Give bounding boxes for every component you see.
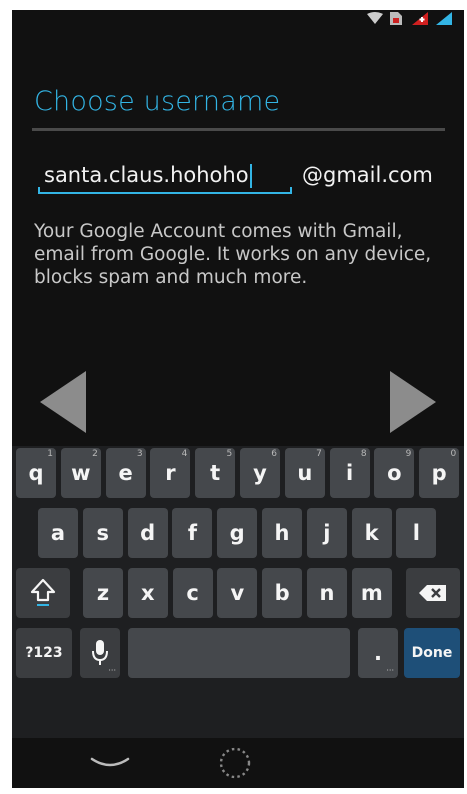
key-hint-digit: 8 — [360, 449, 367, 459]
key-m[interactable]: m — [351, 568, 392, 618]
key-hint-digit: 6 — [271, 449, 277, 459]
key-b[interactable]: b — [262, 568, 303, 618]
key-i[interactable]: i8 — [329, 448, 370, 498]
key-r[interactable]: r4 — [150, 448, 191, 498]
period-more-dots: ··· — [386, 666, 394, 675]
key-f[interactable]: f — [172, 508, 213, 558]
space-key[interactable] — [128, 628, 350, 678]
back-chevron-icon[interactable] — [88, 753, 132, 773]
key-g[interactable]: g — [217, 508, 258, 558]
title-divider — [32, 128, 445, 131]
key-w[interactable]: w2 — [60, 448, 101, 498]
key-label: y — [253, 461, 267, 485]
key-p[interactable]: p0 — [419, 448, 460, 498]
done-key[interactable]: Done — [404, 628, 460, 678]
key-z[interactable]: z — [83, 568, 123, 618]
key-y[interactable]: y6 — [240, 448, 280, 498]
wifi-icon — [367, 12, 383, 24]
no-sim-icon — [390, 12, 402, 25]
key-hint-digit: 7 — [316, 449, 322, 459]
battery-alert-icon — [412, 12, 428, 25]
backspace-icon — [419, 585, 446, 601]
status-bar — [12, 10, 464, 28]
key-label: o — [387, 461, 402, 485]
key-label: r — [165, 461, 176, 485]
key-hint-digit: 5 — [226, 449, 233, 459]
key-j[interactable]: j — [306, 508, 347, 558]
email-domain-suffix: @gmail.com — [302, 163, 433, 187]
key-n[interactable]: n — [307, 568, 347, 618]
key-hint-digit: 0 — [450, 449, 457, 459]
shift-key[interactable] — [16, 568, 70, 618]
key-k[interactable]: k — [351, 508, 392, 558]
text-cursor — [249, 164, 252, 188]
key-label: q — [28, 461, 44, 485]
key-hint-digit: 1 — [47, 449, 53, 459]
key-h[interactable]: h — [262, 508, 302, 558]
key-d[interactable]: d — [127, 508, 168, 558]
signal-icon — [436, 12, 452, 25]
key-u[interactable]: u7 — [284, 448, 325, 498]
key-label: i — [345, 461, 354, 485]
page-title: Choose username — [34, 86, 281, 117]
key-label: p — [431, 461, 447, 485]
phone-screen: Choose username santa.claus.hohoho @gmai… — [12, 10, 464, 788]
account-description: Your Google Account comes with Gmail, em… — [34, 221, 432, 288]
next-arrow-button[interactable] — [390, 371, 436, 433]
symbols-key[interactable]: ?123 — [16, 628, 72, 678]
backspace-key[interactable] — [406, 568, 460, 618]
key-q[interactable]: q1 — [16, 448, 56, 498]
username-input-underline — [38, 187, 292, 194]
key-label: w — [71, 461, 91, 485]
microphone-more-dots: ··· — [108, 666, 116, 675]
key-e[interactable]: e3 — [105, 448, 146, 498]
key-a[interactable]: a — [38, 508, 78, 558]
key-hint-digit: 4 — [181, 449, 188, 459]
username-input[interactable]: santa.claus.hohoho — [40, 160, 292, 190]
username-value: santa.claus.hohoho — [44, 163, 249, 187]
key-c[interactable]: c — [172, 568, 213, 618]
microphone-key[interactable]: ··· — [80, 628, 120, 678]
key-label: t — [210, 461, 221, 485]
shift-icon — [30, 578, 56, 606]
key-t[interactable]: t5 — [195, 448, 236, 498]
navigation-bar — [12, 738, 464, 788]
key-v[interactable]: v — [217, 568, 258, 618]
key-l[interactable]: l — [396, 508, 437, 558]
microphone-icon — [92, 640, 108, 665]
key-hint-digit: 3 — [136, 449, 143, 459]
soft-keyboard: q1w2e3r4t5y6u7i8o9p0 asdfghjkl zxcvbnm ?… — [12, 446, 464, 738]
key-hint-digit: 9 — [405, 449, 412, 459]
key-s[interactable]: s — [82, 508, 123, 558]
key-o[interactable]: o9 — [374, 448, 415, 498]
key-x[interactable]: x — [127, 568, 168, 618]
period-key[interactable]: . ··· — [358, 628, 398, 678]
period-key-label: . — [374, 641, 382, 665]
key-hint-digit: 2 — [92, 449, 98, 459]
home-circle-icon[interactable] — [218, 746, 252, 780]
key-label: u — [297, 461, 313, 485]
back-arrow-button[interactable] — [40, 371, 86, 433]
key-label: e — [118, 461, 133, 485]
